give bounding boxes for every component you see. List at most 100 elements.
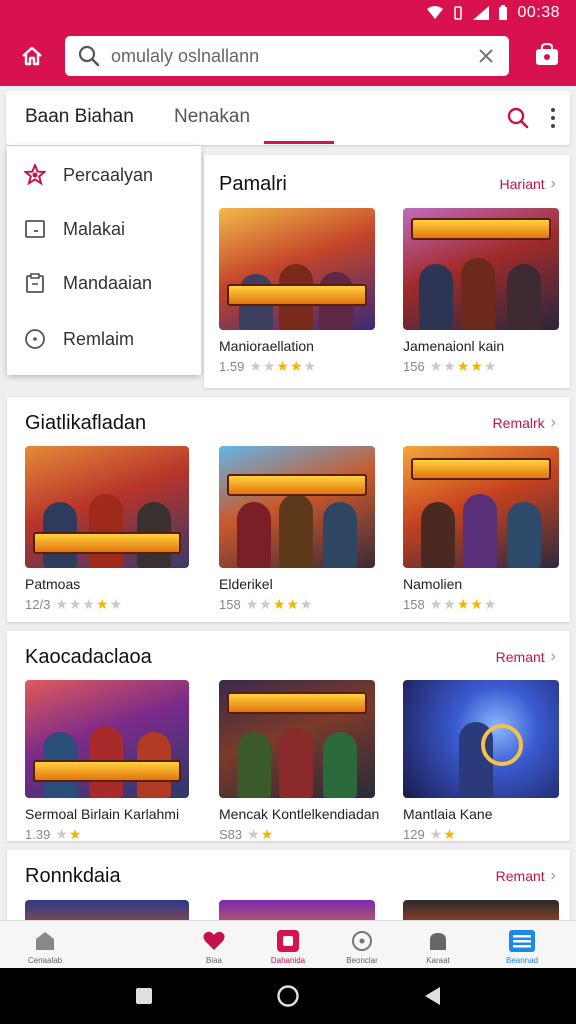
see-more-label: Remalrk	[492, 415, 545, 431]
tab-2[interactable]: Nenakan	[174, 106, 250, 128]
recents-button[interactable]	[130, 982, 158, 1010]
search-icon	[77, 44, 101, 68]
see-more-label: Hariant	[499, 176, 545, 192]
game-name: Mantlaia Kane	[403, 806, 493, 822]
game-thumbnail[interactable]	[219, 446, 375, 568]
nav-item-2[interactable]: Biaa	[178, 921, 250, 969]
section-card-2: Giatlikafladan Remalrk › Patmoas 12/3 ★★★★…	[7, 397, 570, 622]
see-more-label: Remant	[495, 649, 545, 665]
star-rating-icon: ★★	[429, 826, 457, 842]
menu-item-label: Mandaaian	[63, 272, 153, 293]
system-nav-bar	[0, 968, 576, 1024]
game-thumbnail[interactable]	[403, 680, 559, 798]
nav-item-5[interactable]: Karaat	[402, 921, 474, 969]
game-thumbnail[interactable]	[219, 208, 375, 330]
chevron-right-icon: ›	[550, 414, 556, 431]
rating-value: 129	[403, 827, 425, 842]
section-title: Giatlikafladan	[25, 412, 147, 434]
game-item[interactable]: Jamenaionl kain 156 ★★★★★	[403, 208, 567, 375]
search-box[interactable]	[65, 36, 509, 76]
game-logo	[227, 474, 367, 496]
game-item[interactable]: Namolien 158 ★★★★★	[403, 446, 567, 613]
battery-icon	[499, 5, 508, 20]
game-logo	[227, 692, 367, 714]
see-more-link[interactable]: Hariant ›	[500, 175, 556, 193]
home-icon	[22, 46, 42, 66]
nav-item-1[interactable]: Cenaalab	[9, 921, 81, 969]
bottom-nav: Cenaalab Biaa Dahanida Beonclar Karaat B…	[0, 920, 576, 968]
section-title: Ronnkdaia	[25, 865, 121, 887]
menu-item-label: Remlaim	[63, 328, 135, 349]
game-name: Elderikel	[219, 576, 273, 592]
game-item[interactable]: Patmoas 12/3 ★★★★★	[25, 446, 189, 613]
more-vert-icon[interactable]	[546, 106, 560, 130]
home-button[interactable]	[14, 38, 50, 74]
clipboard-icon	[23, 271, 47, 295]
section-title: Kaocadaclaoa	[25, 646, 152, 668]
star-rating-icon: ★★★★★	[429, 358, 498, 374]
nav-item-6[interactable]: Beannad	[486, 921, 558, 969]
chevron-right-icon: ›	[550, 175, 556, 192]
game-thumbnail[interactable]	[25, 900, 189, 920]
game-thumbnail[interactable]	[25, 680, 189, 798]
bag-button[interactable]	[532, 40, 562, 70]
clear-icon[interactable]	[475, 45, 497, 67]
games-icon	[275, 928, 301, 954]
nav-label: Cenaalab	[27, 956, 63, 965]
game-thumbnail[interactable]	[219, 900, 375, 920]
clock-icon	[349, 928, 375, 954]
vibrate-icon	[454, 6, 463, 20]
back-button[interactable]	[418, 982, 446, 1010]
game-item[interactable]: Manioraellation 1.59 ★★★★★	[219, 208, 383, 375]
see-more-link[interactable]: Remalrk ›	[493, 414, 556, 432]
star-icon	[23, 163, 47, 187]
menu-item-label: Malakai	[63, 218, 126, 239]
tab-1[interactable]: Baan Biahan	[25, 106, 134, 128]
game-name: Jamenaionl kain	[403, 338, 505, 354]
chevron-right-icon: ›	[550, 867, 556, 884]
game-logo	[227, 284, 367, 306]
game-rating: 1.39 ★★	[25, 826, 189, 843]
game-item[interactable]: Mencak Kontlelkendiadan S83 ★★	[219, 680, 383, 843]
menu-item-4[interactable]: Remlaim	[7, 315, 201, 363]
game-name: Mencak Kontlelkendiadan	[219, 806, 380, 822]
game-name: Sermoal Birlain Karlahmi	[25, 806, 180, 822]
game-logo	[33, 532, 181, 554]
game-item[interactable]: Mantlaia Kane 129 ★★	[403, 680, 567, 843]
star-rating-icon: ★★★★★	[429, 596, 498, 612]
nav-label: Biaa	[205, 956, 222, 965]
game-thumbnail[interactable]	[403, 446, 559, 568]
nav-label: Karaat	[426, 956, 450, 965]
see-more-label: Remant	[495, 868, 545, 884]
wifi-icon	[427, 6, 444, 19]
see-more-link[interactable]: Remant ›	[496, 648, 556, 666]
rating-value: 12/3	[25, 597, 51, 612]
game-item[interactable]: Sermoal Birlain Karlahmi 1.39 ★★	[25, 680, 189, 843]
menu-item-1[interactable]: Percaalyan	[7, 151, 201, 199]
rating-value: 156	[403, 359, 425, 374]
game-thumbnail[interactable]	[25, 446, 189, 568]
game-thumbnail[interactable]	[403, 208, 559, 330]
game-rating: 1.59 ★★★★★	[219, 358, 383, 375]
search-icon[interactable]	[506, 106, 530, 130]
nav-item-4[interactable]: Beonclar	[326, 921, 398, 969]
search-input[interactable]	[111, 45, 451, 67]
menu-item-2[interactable]: Malakai	[7, 205, 201, 253]
section-card-3: Kaocadaclaoa Remant › Sermoal Birlain Kar…	[7, 631, 570, 843]
nav-label: Beannad	[505, 956, 539, 965]
clock-icon	[23, 327, 47, 351]
home-nav-button[interactable]	[274, 982, 302, 1010]
see-more-link[interactable]: Remant ›	[496, 867, 556, 885]
tab-indicator	[264, 141, 334, 144]
game-item[interactable]: Elderikel 158 ★★★★★	[219, 446, 383, 613]
game-thumbnail[interactable]	[403, 900, 559, 920]
game-thumbnail[interactable]	[219, 680, 375, 798]
game-name: Manioraellation	[219, 338, 314, 354]
signal-icon	[473, 6, 490, 20]
menu-item-3[interactable]: Mandaaian	[7, 259, 201, 307]
nav-item-3[interactable]: Dahanida	[252, 921, 324, 969]
app-bar	[0, 26, 576, 86]
card-icon	[23, 217, 47, 241]
nav-label: Beonclar	[346, 956, 378, 965]
star-rating-icon: ★★★★★	[249, 358, 318, 374]
